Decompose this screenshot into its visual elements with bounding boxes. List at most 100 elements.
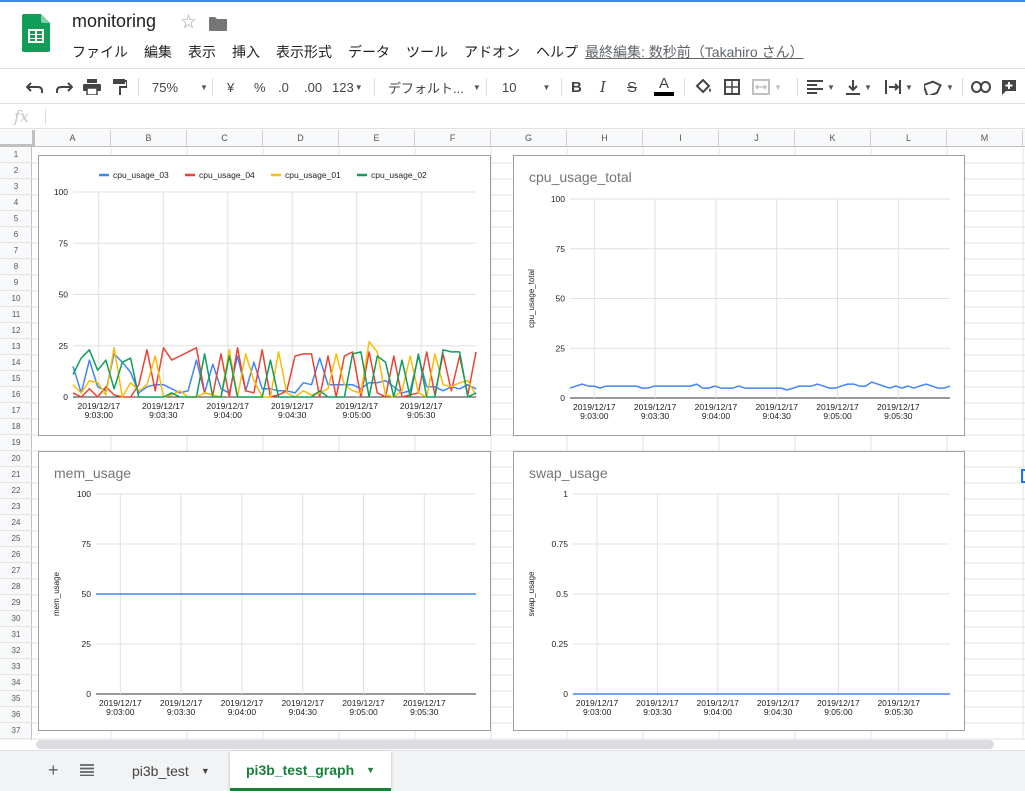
row-header-9[interactable]: 9	[0, 275, 32, 291]
column-header-f[interactable]: F	[415, 130, 491, 147]
column-header-c[interactable]: C	[187, 130, 263, 147]
menu-view[interactable]: 表示	[188, 42, 216, 62]
chart-cpu-usage-total[interactable]: cpu_usage_total cpu_usage_total 0 25 50 75 100…	[513, 155, 965, 436]
text-wrapping-icon[interactable]: ▼	[885, 76, 913, 98]
increase-decimal-button[interactable]: .00	[304, 76, 322, 98]
row-header-13[interactable]: 13	[0, 339, 32, 355]
font-size-select[interactable]: 10 ▼	[502, 76, 550, 98]
all-sheets-list-icon[interactable]	[80, 764, 94, 776]
row-header-19[interactable]: 19	[0, 435, 32, 451]
currency-format-button[interactable]: ¥	[227, 76, 234, 98]
undo-icon[interactable]	[26, 76, 44, 98]
row-header-1[interactable]: 1	[0, 147, 32, 163]
star-icon[interactable]: ☆	[180, 11, 197, 34]
column-header-e[interactable]: E	[339, 130, 415, 147]
vertical-align-icon[interactable]: ▼	[846, 76, 872, 98]
spreadsheet-grid[interactable]: ABCDEFGHIJKLM 1 2 3 4 5 6 7 8 9 10 11 12 13 14 15 16 17 1…	[0, 130, 1025, 740]
column-header-d[interactable]: D	[263, 130, 339, 147]
series-line-cpu-usage-total[interactable]	[569, 381, 951, 391]
row-header-28[interactable]: 28	[0, 579, 32, 595]
row-header-14[interactable]: 14	[0, 355, 32, 371]
print-icon[interactable]	[83, 76, 101, 98]
row-header-6[interactable]: 6	[0, 227, 32, 243]
row-header-23[interactable]: 23	[0, 499, 32, 515]
menu-tools[interactable]: ツール	[406, 42, 448, 62]
row-header-5[interactable]: 5	[0, 211, 32, 227]
menu-insert[interactable]: 挿入	[232, 42, 260, 62]
row-header-12[interactable]: 12	[0, 323, 32, 339]
document-title[interactable]: monitoring	[72, 11, 156, 32]
chart-cpu-usage-cores[interactable]: 0 25 50 75 100 2019/12/17 9:03:00 2019/12/17 9:0…	[38, 155, 491, 436]
row-header-26[interactable]: 26	[0, 547, 32, 563]
column-header-a[interactable]: A	[35, 130, 111, 147]
row-header-22[interactable]: 22	[0, 483, 32, 499]
row-header-27[interactable]: 27	[0, 563, 32, 579]
row-header-29[interactable]: 29	[0, 595, 32, 611]
folder-icon[interactable]	[209, 17, 227, 31]
row-header-10[interactable]: 10	[0, 291, 32, 307]
row-header-8[interactable]: 8	[0, 259, 32, 275]
horizontal-scrollbar[interactable]	[36, 740, 994, 749]
column-header-l[interactable]: L	[871, 130, 947, 147]
sheet-tab-pi3b-test-graph[interactable]: pi3b_test_graph ▼	[230, 751, 392, 791]
row-header-17[interactable]: 17	[0, 403, 32, 419]
redo-icon[interactable]	[55, 76, 73, 98]
borders-icon[interactable]	[724, 76, 740, 98]
bold-button[interactable]: B	[571, 76, 582, 98]
menu-file[interactable]: ファイル	[72, 42, 128, 62]
column-header-g[interactable]: G	[491, 130, 567, 147]
more-formats-button[interactable]: 123 ▼	[332, 76, 363, 98]
row-header-30[interactable]: 30	[0, 611, 32, 627]
row-header-25[interactable]: 25	[0, 531, 32, 547]
row-header-3[interactable]: 3	[0, 179, 32, 195]
insert-link-icon[interactable]	[971, 76, 991, 98]
column-header-m[interactable]: M	[947, 130, 1023, 147]
text-rotation-icon[interactable]: ▼	[924, 76, 954, 98]
sheets-logo-icon[interactable]	[22, 14, 50, 52]
column-header-k[interactable]: K	[795, 130, 871, 147]
row-header-16[interactable]: 16	[0, 387, 32, 403]
row-header-15[interactable]: 15	[0, 371, 32, 387]
sheet-tab-pi3b-test[interactable]: pi3b_test ▼	[116, 751, 226, 791]
last-edit-link[interactable]: 最終編集: 数秒前（Takahiro さん）	[585, 42, 804, 62]
menu-format[interactable]: 表示形式	[276, 42, 332, 62]
merge-cells-icon[interactable]: ▼	[752, 76, 782, 98]
select-all-corner[interactable]	[0, 130, 35, 147]
percent-format-button[interactable]: %	[254, 76, 266, 98]
formula-input[interactable]	[52, 107, 1012, 127]
row-header-35[interactable]: 35	[0, 691, 32, 707]
row-header-18[interactable]: 18	[0, 419, 32, 435]
chevron-down-icon[interactable]: ▼	[366, 765, 375, 775]
menu-edit[interactable]: 編集	[144, 42, 172, 62]
row-header-21[interactable]: 21	[0, 467, 32, 483]
row-header-33[interactable]: 33	[0, 659, 32, 675]
horizontal-align-icon[interactable]: ▼	[807, 76, 835, 98]
add-sheet-icon[interactable]: +	[48, 760, 59, 781]
menu-addons[interactable]: アドオン	[464, 42, 520, 62]
column-header-b[interactable]: B	[111, 130, 187, 147]
column-header-h[interactable]: H	[567, 130, 643, 147]
row-header-7[interactable]: 7	[0, 243, 32, 259]
decrease-decimal-button[interactable]: .0	[278, 76, 289, 98]
strikethrough-button[interactable]: S	[627, 76, 637, 98]
row-header-32[interactable]: 32	[0, 643, 32, 659]
row-header-4[interactable]: 4	[0, 195, 32, 211]
zoom-select[interactable]: 75% ▼	[152, 76, 208, 98]
row-header-20[interactable]: 20	[0, 451, 32, 467]
column-header-i[interactable]: I	[643, 130, 719, 147]
menu-help[interactable]: ヘルプ	[536, 42, 578, 62]
text-color-button[interactable]: A	[654, 76, 674, 98]
row-header-31[interactable]: 31	[0, 627, 32, 643]
paint-format-icon[interactable]	[113, 76, 127, 98]
menu-data[interactable]: データ	[348, 42, 390, 62]
chevron-down-icon[interactable]: ▼	[201, 766, 210, 776]
row-header-36[interactable]: 36	[0, 707, 32, 723]
row-header-2[interactable]: 2	[0, 163, 32, 179]
row-header-11[interactable]: 11	[0, 307, 32, 323]
row-header-34[interactable]: 34	[0, 675, 32, 691]
italic-button[interactable]: I	[600, 76, 606, 98]
insert-comment-icon[interactable]	[1001, 76, 1017, 98]
chart-swap-usage[interactable]: swap_usage swap_usage 0 0.25 0.5 0.75 1 2019/12…	[513, 451, 965, 731]
font-family-select[interactable]: デフォルト... ▼	[388, 76, 481, 98]
row-header-24[interactable]: 24	[0, 515, 32, 531]
